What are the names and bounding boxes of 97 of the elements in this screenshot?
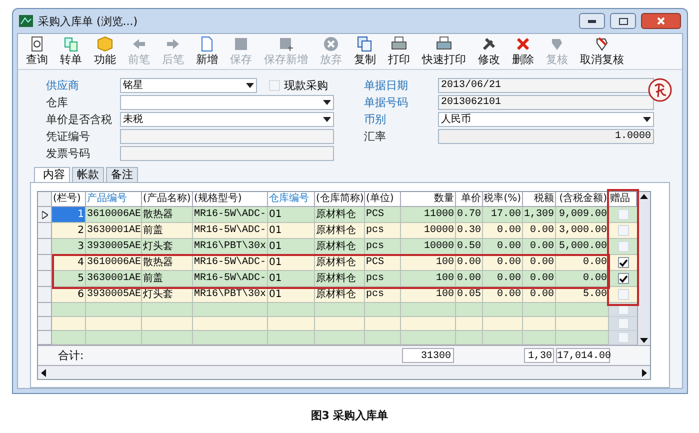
table-cell: 5,000.00: [556, 239, 609, 255]
table-cell: 0.00: [483, 271, 523, 287]
table-cell: 3630001AE: [86, 271, 142, 287]
input-field[interactable]: [120, 146, 334, 161]
toolbar-button[interactable]: 功能: [88, 36, 122, 69]
minimize-button[interactable]: [579, 13, 605, 29]
table-cell: 0.00: [456, 271, 483, 287]
table-cell: pcs: [365, 271, 401, 287]
horizontal-scrollbar[interactable]: [38, 365, 650, 379]
close-icon: [657, 17, 665, 25]
dropdown-field[interactable]: 人民币: [438, 112, 654, 127]
app-icon: [19, 15, 33, 27]
scroll-left-icon: [41, 368, 46, 376]
table-row[interactable]: 5 3630001AE 前盖 MR16-5W\ADC- 01 原材料仓 pcs 100 0.00 0.00 0.00 0.00: [52, 271, 637, 287]
dropdown-caret-icon: [323, 100, 331, 105]
stamp-icon: [648, 78, 672, 102]
table-row[interactable]: 2 3630001AE 前盖 MR16-5W\ADC- 01 原材料仓 pcs 10000 0.30 0.00 0.00 3,000.00: [52, 223, 637, 239]
table-cell: pcs: [365, 239, 401, 255]
input-field[interactable]: 2013062101: [438, 95, 654, 110]
table-row[interactable]: 3 3930005AE 灯头套 MR16\PBT\30x 01 原材料仓 pcs 10000 0.50 0.00 0.00 5,000.00: [52, 239, 637, 255]
window-title: 采购入库单 (浏览...): [38, 14, 139, 28]
table-cell: 5: [52, 271, 86, 287]
table-cell: MR16\PBT\30x: [193, 239, 268, 255]
field-label: 单价是否含税: [46, 112, 112, 127]
toolbar-button[interactable]: 删除: [506, 36, 540, 69]
scroll-right-icon: [642, 368, 647, 376]
table-cell: 原材料仓: [315, 271, 365, 287]
toolbar-button[interactable]: 复制: [348, 36, 382, 69]
table-cell: 01: [268, 271, 315, 287]
totals-label: 合计:: [57, 348, 85, 363]
maximize-button[interactable]: [610, 13, 636, 29]
table-cell: 3930005AE: [86, 239, 142, 255]
field-label: 仓库: [46, 95, 68, 110]
table-row[interactable]: 4 3610006AE 散热器 MR16-5W\ADC- 01 原材料仓 PCS 100 0.00 0.00 0.00 0.00: [52, 255, 637, 271]
field-label: 发票号码: [46, 146, 90, 161]
dropdown-caret-icon: [643, 117, 651, 122]
toolbar-button[interactable]: 打印: [382, 36, 416, 69]
input-field[interactable]: [120, 129, 334, 144]
table-cell: 0.50: [456, 239, 483, 255]
table-cell: 100: [401, 271, 456, 287]
toolbar-button[interactable]: 取消复核: [574, 36, 630, 69]
box-icon: [97, 36, 113, 52]
table-cell: 0.00: [523, 271, 556, 287]
tab[interactable]: 备注: [106, 167, 138, 182]
field-label: 单据日期: [364, 78, 408, 93]
table-cell: 0.00: [483, 239, 523, 255]
close-button[interactable]: [641, 13, 681, 29]
check-document-icon: [549, 36, 565, 52]
total-tax: 1,30: [524, 348, 554, 363]
row-header[interactable]: [38, 207, 52, 223]
toolbar-button[interactable]: 查询: [20, 36, 54, 69]
toolbar-button[interactable]: 修改: [472, 36, 506, 69]
toolbar-button[interactable]: 转单: [54, 36, 88, 69]
row-header: [38, 192, 52, 207]
table-cell: 3: [52, 239, 86, 255]
date-field[interactable]: 2013/06/21: [438, 78, 654, 93]
field-label: 币别: [364, 112, 386, 127]
table-cell: 灯头套: [142, 239, 193, 255]
checkbox-label: 现款采购: [284, 78, 328, 93]
left-arrow-icon: [131, 36, 147, 52]
table-cell: 10000: [401, 239, 456, 255]
table-cell: 1: [52, 207, 86, 223]
table-row[interactable]: 1 3610006AE 散热器 MR16-5W\ADC- 01 原材料仓 PCS 11000 0.70 17.00 1,309 9,009.00: [52, 207, 637, 223]
scroll-down-icon: [640, 338, 648, 343]
table-cell: 前盖: [142, 271, 193, 287]
table-cell: 01: [268, 239, 315, 255]
scroll-up-icon: [640, 194, 648, 199]
maximize-icon: [618, 18, 628, 24]
minimize-icon: [588, 20, 596, 22]
checkbox[interactable]: [618, 257, 628, 268]
delete-icon: [515, 36, 531, 52]
figure-caption: 图3 采购入库单: [310, 408, 388, 423]
tools-icon: [481, 36, 497, 52]
table-cell: 0.00: [556, 271, 609, 287]
field-label: 汇率: [364, 129, 386, 144]
table-cell: 0.00: [523, 239, 556, 255]
total-amount: 17,014.00: [556, 348, 610, 363]
toolbar-button[interactable]: 快速打印: [416, 36, 472, 69]
table-cell: MR16-5W\ADC-: [193, 271, 268, 287]
field-label: 单据号码: [364, 95, 408, 110]
total-quantity: 31300: [402, 348, 454, 363]
dropdown-caret-icon: [323, 117, 331, 122]
tab[interactable]: 帐款: [72, 167, 104, 182]
field-label: 凭证编号: [46, 129, 90, 144]
dropdown-field[interactable]: 铭星: [120, 78, 257, 93]
dropdown-field[interactable]: [120, 95, 334, 110]
dropdown-caret-icon: [246, 83, 254, 88]
right-arrow-icon: [165, 36, 181, 52]
toolbar-button[interactable]: 新增: [190, 36, 224, 69]
input-field[interactable]: 1.0000: [438, 129, 654, 144]
tab[interactable]: 内容: [34, 167, 70, 182]
transfer-icon: [63, 36, 79, 52]
checkbox[interactable]: [618, 273, 628, 284]
table-cell: 原材料仓: [315, 239, 365, 255]
dropdown-field[interactable]: 未税: [120, 112, 334, 127]
field-label: 供应商: [46, 78, 79, 93]
disk-plus-icon: [278, 36, 294, 52]
